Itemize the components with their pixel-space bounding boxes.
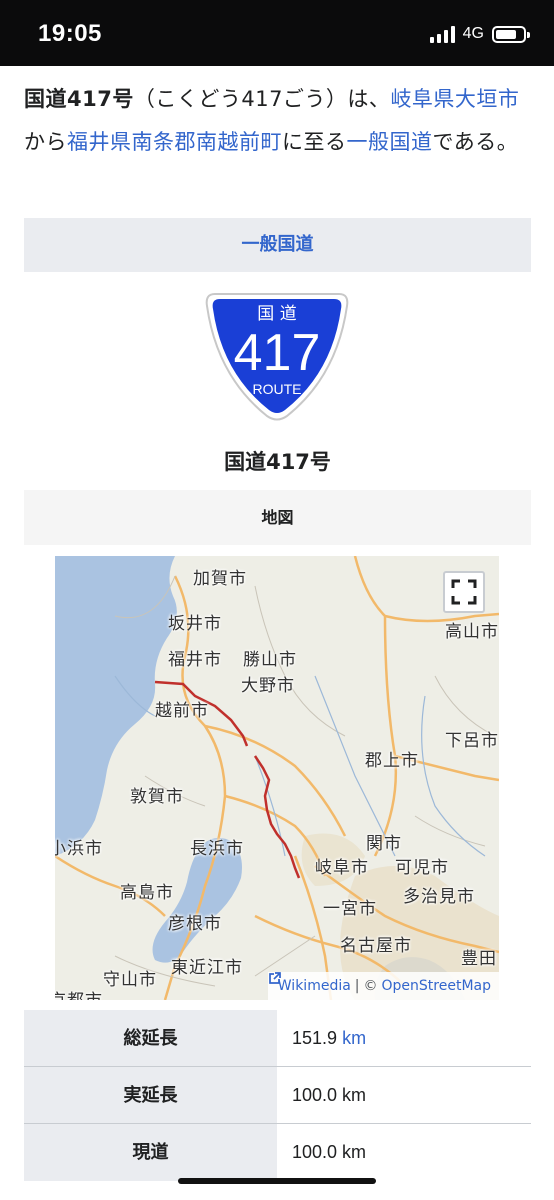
row-key: 総延長	[24, 1010, 277, 1067]
map-label-kaga: 加賀市	[193, 569, 247, 589]
copyright-symbol: ©	[363, 978, 378, 994]
map-label-tajimi: 多治見市	[403, 887, 475, 907]
map-label-kyoto: 京都市	[55, 986, 103, 1000]
row-value: 151.9 km	[277, 1010, 531, 1067]
wikimedia-link[interactable]: Wikimedia	[278, 972, 351, 1000]
route-name: 国道417号	[224, 450, 331, 474]
row-total-length: 総延長 151.9 km	[24, 1010, 531, 1067]
map-label-fukui: 福井市	[168, 650, 222, 670]
map-label-toyota: 豊田	[461, 949, 497, 969]
map-label-echizen: 越前市	[155, 701, 209, 721]
map-label-gero: 下呂市	[445, 731, 499, 751]
external-link-icon	[269, 972, 281, 984]
map-label-ichinomiya: 一宮市	[323, 899, 377, 919]
network-type: 4G	[462, 25, 484, 42]
battery-icon	[492, 25, 530, 43]
row-key: 現道	[24, 1124, 277, 1181]
map-canvas	[55, 556, 499, 1000]
text-end: である。	[432, 130, 519, 154]
map-label-ono: 大野市	[241, 676, 295, 696]
attribution-separator: |	[354, 978, 360, 994]
map-label-katsuyama: 勝山市	[243, 650, 297, 670]
map-label-seki: 関市	[366, 834, 402, 854]
status-bar: 19:05 4G	[0, 0, 554, 66]
map-label-obama: 小浜市	[55, 839, 103, 859]
fullscreen-icon	[451, 579, 477, 605]
article-title: 国道417号	[24, 87, 134, 111]
unit-km-link[interactable]: km	[342, 1028, 366, 1048]
shield-top-label: 国 道	[257, 304, 296, 324]
fullscreen-button[interactable]	[443, 571, 485, 613]
map-header: 地図	[24, 490, 531, 545]
infobox-header[interactable]: 一般国道	[24, 218, 531, 272]
link-start-city[interactable]: 岐阜県大垣市	[390, 87, 519, 111]
map-label-higashiomi: 東近江市	[171, 958, 243, 978]
home-indicator[interactable]	[178, 1178, 376, 1184]
link-national-road[interactable]: 一般国道	[347, 130, 433, 154]
map-label-gujo: 郡上市	[365, 751, 419, 771]
openstreetmap-link[interactable]: OpenStreetMap	[382, 972, 491, 1000]
status-time: 19:05	[38, 20, 102, 47]
map-label-sakai: 坂井市	[168, 614, 222, 634]
row-key: 実延長	[24, 1067, 277, 1124]
shield-number: 417	[234, 324, 321, 382]
map-label-gifu: 岐阜市	[315, 858, 369, 878]
route-map[interactable]: 加賀市 坂井市 福井市 勝山市 大野市 越前市 敦賀市 長浜市 高島市 彦根市 …	[55, 556, 499, 1000]
map-label-takayama: 高山市	[445, 622, 499, 642]
infobox-header-link[interactable]: 一般国道	[242, 234, 314, 255]
map-label-nagoya: 名古屋市	[340, 936, 412, 956]
row-value: 100.0 km	[277, 1124, 531, 1181]
text-to: に至る	[282, 130, 347, 154]
reading-text: （こくどう417ごう）は、	[133, 87, 391, 111]
status-icons: 4G	[429, 22, 530, 46]
shield-bottom-label: ROUTE	[253, 381, 302, 397]
intro-paragraph: 国道417号（こくどう417ごう）は、岐阜県大垣市から福井県南条郡南越前町に至る…	[24, 78, 534, 164]
map-label-hikone: 彦根市	[168, 914, 222, 934]
map-label-nagahama: 長浜市	[190, 839, 244, 859]
signal-icon	[429, 25, 455, 43]
row-current-road: 現道 100.0 km	[24, 1124, 531, 1181]
map-attribution: Wikimedia | © OpenStreetMap	[267, 972, 499, 1000]
map-label-tsuruga: 敦賀市	[130, 787, 184, 807]
row-actual-length: 実延長 100.0 km	[24, 1067, 531, 1124]
route-shield-icon: 国 道 417 ROUTE	[205, 293, 349, 421]
row-value: 100.0 km	[277, 1067, 531, 1124]
map-label-takashima: 高島市	[120, 883, 174, 903]
link-end-town[interactable]: 福井県南条郡南越前町	[67, 130, 282, 154]
text-from: から	[24, 130, 67, 154]
map-label-kani: 可児市	[395, 858, 449, 878]
map-label-moriyama: 守山市	[103, 970, 157, 990]
